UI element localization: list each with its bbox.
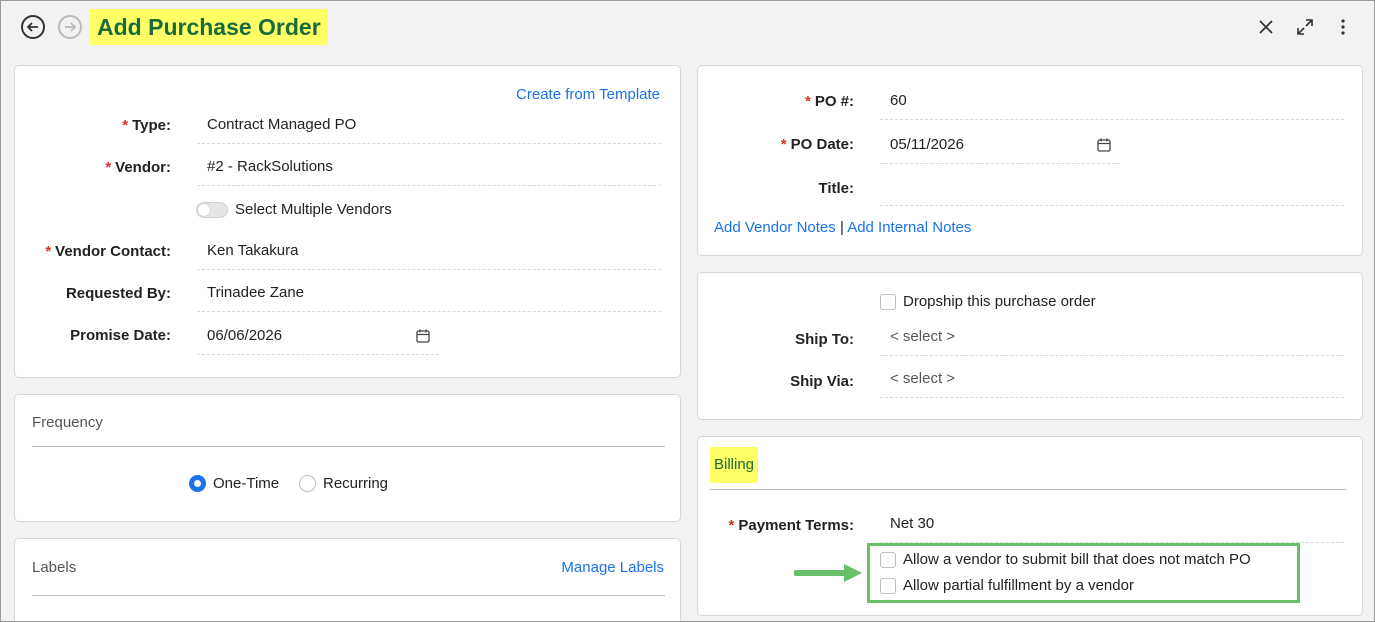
- header-bar: Add Purchase Order: [1, 1, 1374, 57]
- vendor-select[interactable]: #2 - RackSolutions: [197, 148, 661, 186]
- multiple-vendors-label: Select Multiple Vendors: [235, 201, 392, 218]
- requested-by-label: Requested By:: [65, 285, 171, 302]
- po-date-label: * PO Date:: [780, 136, 854, 153]
- ship-via-label: Ship Via:: [790, 373, 854, 390]
- vendor-contact-select[interactable]: Ken Takakura: [197, 232, 661, 270]
- promise-date-input[interactable]: 06/06/2026: [197, 317, 439, 355]
- vendor-label: * Vendor:: [105, 159, 171, 176]
- close-icon[interactable]: [1256, 17, 1276, 37]
- divider: [32, 446, 665, 447]
- add-internal-notes-link[interactable]: Add Internal Notes: [847, 219, 971, 236]
- highlight-box: [867, 543, 1300, 603]
- labels-card: Labels Manage Labels: [14, 538, 681, 621]
- po-number-input[interactable]: 60: [880, 82, 1344, 120]
- promise-date-label: Promise Date:: [70, 327, 171, 344]
- more-vertical-icon[interactable]: [1333, 17, 1353, 37]
- po-info-card: * PO #: 60 * PO Date: 05/11/2026 Title: Ad…: [697, 65, 1363, 256]
- dropship-checkbox[interactable]: [880, 294, 896, 310]
- recurring-label: Recurring: [323, 475, 389, 492]
- create-from-template-link[interactable]: Create from Template: [516, 86, 660, 103]
- payment-terms-select[interactable]: Net 30: [880, 505, 1344, 543]
- ship-to-select[interactable]: < select >: [880, 318, 1344, 356]
- frequency-card: Frequency One-Time Recurring: [14, 394, 681, 522]
- vendor-contact-label: * Vendor Contact:: [45, 243, 171, 260]
- po-number-label: * PO #:: [804, 93, 854, 110]
- po-date-input[interactable]: 05/11/2026: [880, 126, 1120, 164]
- divider: [32, 595, 665, 596]
- page-title: Add Purchase Order: [90, 9, 328, 45]
- labels-title: Labels: [32, 559, 77, 576]
- expand-icon[interactable]: [1295, 17, 1315, 37]
- type-label: * Type:: [122, 117, 171, 134]
- add-vendor-notes-link[interactable]: Add Vendor Notes: [714, 219, 836, 236]
- manage-labels-link[interactable]: Manage Labels: [561, 559, 664, 576]
- back-circle-icon[interactable]: [21, 15, 45, 39]
- recurring-radio[interactable]: [299, 475, 316, 492]
- title-input[interactable]: [880, 168, 1344, 206]
- purchase-order-window: Add Purchase Order Create from Template …: [0, 0, 1375, 622]
- notes-links: Add Vendor Notes | Add Internal Notes: [714, 219, 971, 236]
- forward-circle-icon[interactable]: [58, 15, 82, 39]
- calendar-icon[interactable]: [1096, 137, 1112, 153]
- type-select[interactable]: Contract Managed PO: [197, 106, 661, 144]
- annotation-arrow-icon: [794, 564, 862, 582]
- dropship-label: Dropship this purchase order: [903, 293, 1096, 310]
- one-time-radio[interactable]: [189, 475, 206, 492]
- order-details-card: Create from Template * Type: Contract Man…: [14, 65, 681, 378]
- divider: [710, 489, 1346, 490]
- billing-title: Billing: [710, 447, 759, 483]
- title-label: Title:: [818, 180, 854, 197]
- notes-separator: |: [839, 219, 844, 236]
- requested-by-select[interactable]: Trinadee Zane: [197, 274, 661, 312]
- calendar-icon[interactable]: [415, 328, 431, 344]
- one-time-label: One-Time: [213, 475, 280, 492]
- payment-terms-label: * Payment Terms:: [728, 517, 854, 534]
- frequency-title: Frequency: [32, 414, 103, 431]
- multiple-vendors-toggle[interactable]: [196, 202, 228, 218]
- shipping-card: Dropship this purchase order Ship To: < …: [697, 272, 1363, 420]
- ship-via-select[interactable]: < select >: [880, 360, 1344, 398]
- ship-to-label: Ship To:: [795, 331, 854, 348]
